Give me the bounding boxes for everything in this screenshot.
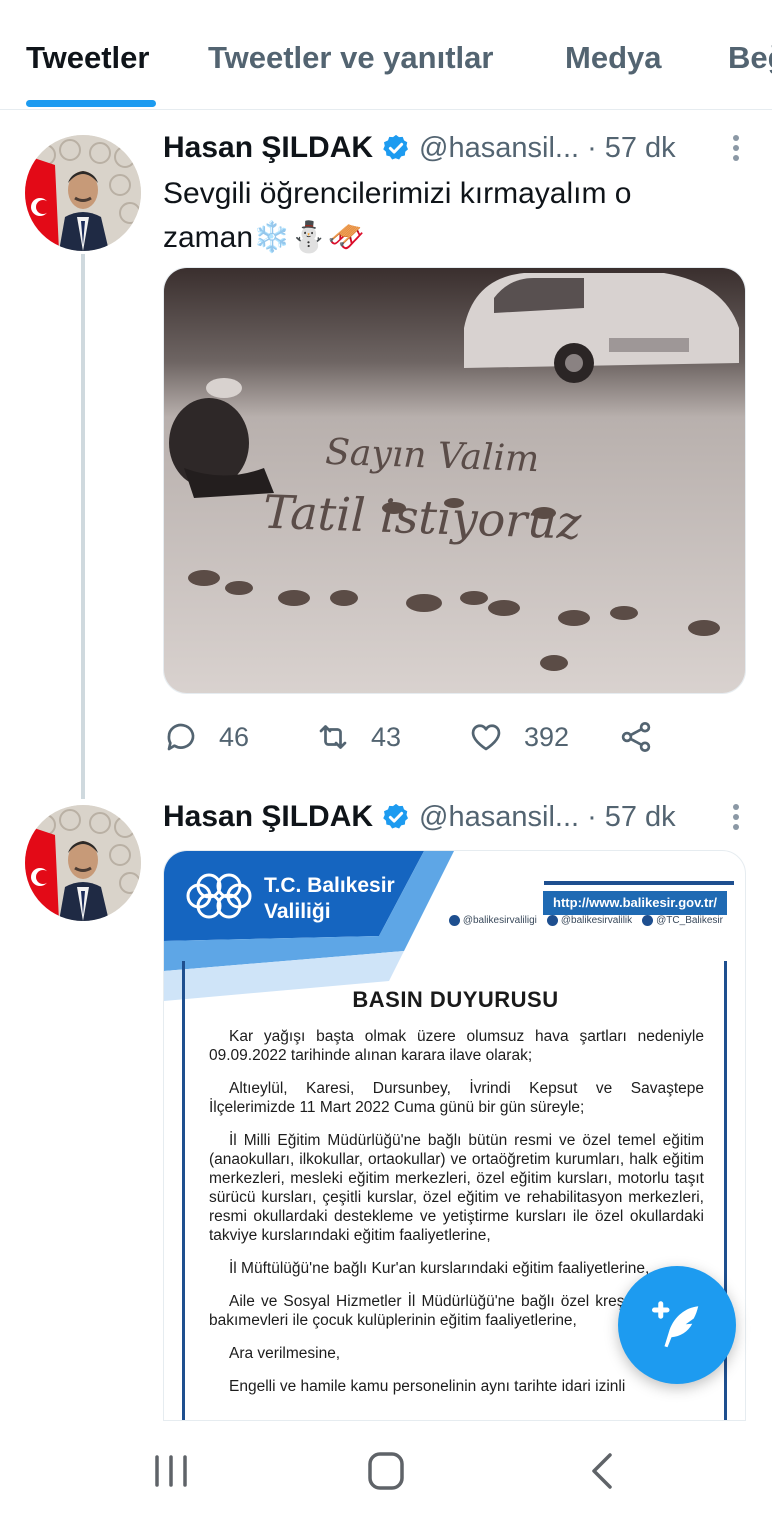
- back-button[interactable]: [572, 1449, 632, 1493]
- back-icon: [592, 1453, 612, 1489]
- tweet-header: Hasan ŞILDAK @hasansil... · 57 dk: [163, 128, 753, 168]
- recent-apps-button[interactable]: [141, 1449, 201, 1493]
- like-count: 392: [524, 721, 570, 752]
- document-url: http://www.balikesir.gov.tr/: [543, 891, 727, 915]
- reply-icon: [167, 723, 195, 751]
- home-icon: [368, 1452, 404, 1490]
- separator: ·: [587, 800, 597, 833]
- tab-tweets[interactable]: Tweetler: [26, 40, 149, 76]
- avatar[interactable]: [25, 135, 141, 251]
- tweet-actions: 46 43 392: [163, 712, 723, 762]
- tweet-text: Sevgili öğrencilerimizi kırmayalım o zam…: [163, 177, 632, 254]
- reply-button[interactable]: 46: [163, 712, 249, 762]
- instagram-icon: [642, 915, 654, 926]
- separator: ·: [587, 131, 597, 164]
- document-paragraph: Engelli ve hamile kamu personelinin aynı…: [229, 1378, 626, 1395]
- social-handle: @balikesirvaliligi: [462, 915, 537, 926]
- tweet-photo[interactable]: Sayın Valim Tatil istiyoruz: [163, 267, 746, 694]
- document-org-name: T.C. Balıkesir Valiliği: [264, 873, 395, 925]
- like-button[interactable]: 392: [468, 712, 569, 762]
- twitter-icon: [448, 915, 460, 926]
- active-tab-indicator: [26, 100, 156, 107]
- facebook-icon: [546, 915, 558, 926]
- recent-apps-icon: [155, 1455, 187, 1487]
- org-line: Valiliği: [264, 900, 331, 923]
- system-nav-bar: [0, 1421, 772, 1521]
- avatar[interactable]: [25, 805, 141, 921]
- social-handle: @balikesirvalilik: [560, 915, 633, 926]
- document-paragraph: İl Milli Eğitim Müdürlüğü'ne bağlı bütün…: [209, 1132, 704, 1244]
- share-icon: [621, 722, 651, 752]
- more-options-icon[interactable]: [721, 132, 751, 166]
- profile-tabs: Tweetler Tweetler ve yanıtlar Medya Beğe…: [0, 0, 772, 110]
- compose-tweet-button[interactable]: [618, 1266, 736, 1384]
- org-line: T.C. Balıkesir: [264, 874, 395, 897]
- verified-badge-icon: [383, 803, 409, 829]
- verified-badge-icon: [383, 134, 409, 160]
- reply-count: 46: [219, 721, 250, 752]
- document-title: BASIN DUYURUSU: [352, 987, 559, 1012]
- display-name[interactable]: Hasan ŞILDAK: [163, 131, 373, 165]
- document-paragraph: Altıeylül, Karesi, Dursunbey, İvrindi Ke…: [209, 1080, 704, 1116]
- display-name[interactable]: Hasan ŞILDAK: [163, 800, 373, 834]
- more-options-icon[interactable]: [721, 801, 751, 835]
- document-socials: @balikesirvaliligi @balikesirvalilik @TC…: [448, 915, 723, 926]
- footprints: [188, 498, 720, 671]
- tab-tweets-and-replies[interactable]: Tweetler ve yanıtlar: [208, 40, 493, 76]
- compose-feather-icon: [652, 1301, 699, 1348]
- tab-media[interactable]: Medya: [565, 40, 661, 76]
- handle[interactable]: @hasansil...: [419, 132, 579, 165]
- share-button[interactable]: [618, 712, 654, 762]
- social-handle: @TC_Balikesir: [656, 915, 723, 926]
- retweet-count: 43: [371, 721, 402, 752]
- retweet-button[interactable]: 43: [315, 712, 401, 762]
- heart-icon: [471, 724, 501, 751]
- timestamp[interactable]: 57 dk: [605, 801, 676, 834]
- document-paragraph: Kar yağışı başta olmak üzere olumsuz hav…: [209, 1028, 704, 1064]
- home-button[interactable]: [356, 1449, 416, 1493]
- handle[interactable]: @hasansil...: [419, 801, 579, 834]
- timestamp[interactable]: 57 dk: [605, 132, 676, 165]
- tweet-header: Hasan ŞILDAK @hasansil... · 57 dk: [163, 797, 753, 837]
- tab-likes[interactable]: Beğeniler: [728, 40, 772, 76]
- retweet-icon: [319, 725, 347, 749]
- thread-connector: [81, 254, 85, 799]
- document-paragraph: İl Müftülüğü'ne bağlı Kur'an kurslarında…: [229, 1260, 650, 1277]
